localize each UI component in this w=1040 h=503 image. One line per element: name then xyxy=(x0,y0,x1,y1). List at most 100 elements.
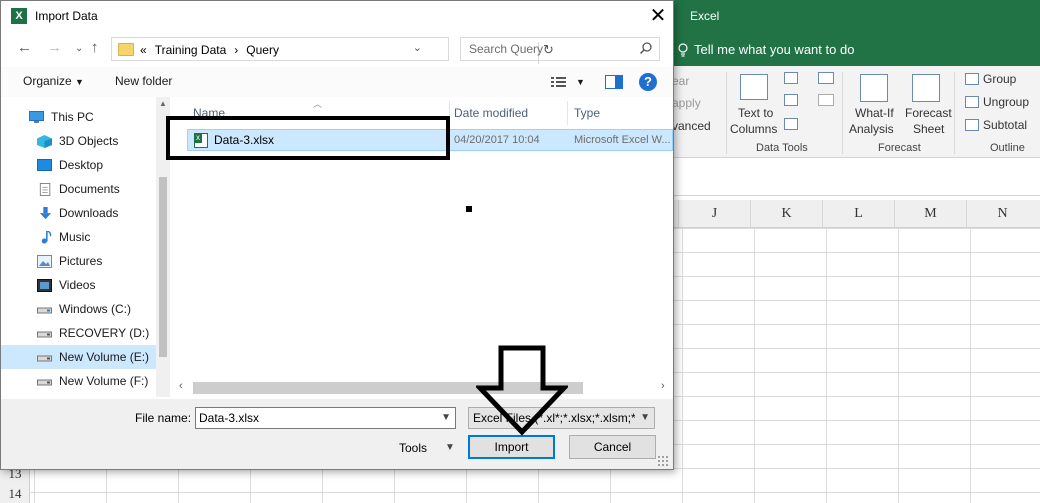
column-header-type[interactable]: Type xyxy=(574,101,600,125)
nav-item-label: Downloads xyxy=(59,206,119,220)
nav-item-label: New Volume (F:) xyxy=(59,374,149,388)
import-data-dialog: X Import Data ✕ ← → ⌄ ↑ « Training Data … xyxy=(0,0,674,470)
row-header-14[interactable]: 14 xyxy=(0,486,30,502)
text-to-columns-icon xyxy=(740,74,768,100)
subtotal-label: Subtotal xyxy=(983,118,1028,132)
excel-app-title: Excel xyxy=(690,9,720,23)
preview-pane-icon[interactable] xyxy=(605,75,623,89)
view-dropdown-icon[interactable]: ▼ xyxy=(576,77,585,87)
search-input[interactable] xyxy=(461,38,637,60)
nav-item-downloads[interactable]: Downloads xyxy=(1,201,156,225)
file-type: Microsoft Excel W... xyxy=(574,134,671,146)
scroll-up-arrow-icon[interactable]: ▲ xyxy=(159,99,167,108)
cube-icon xyxy=(37,134,52,148)
scroll-right-arrow-icon[interactable]: › xyxy=(661,380,665,392)
ribbon-partial-reapply[interactable]: apply xyxy=(672,96,701,111)
import-button[interactable]: Import xyxy=(468,435,555,459)
help-icon[interactable]: ? xyxy=(639,73,657,91)
address-row: ← → ⌄ ↑ « Training Data › Query ⌄ ↻ xyxy=(1,33,673,65)
picture-icon xyxy=(37,254,52,268)
column-separator[interactable] xyxy=(567,101,568,125)
nav-item-label: This PC xyxy=(51,110,94,124)
recent-locations-chevron-icon[interactable]: ⌄ xyxy=(75,43,83,54)
nav-item-music[interactable]: Music xyxy=(1,225,156,249)
file-name-dropdown-icon[interactable]: ▼ xyxy=(441,412,451,423)
pc-icon xyxy=(29,110,44,123)
relationships-icon[interactable] xyxy=(818,94,834,106)
desktop-icon xyxy=(37,158,52,171)
nav-item-3d-objects[interactable]: 3D Objects xyxy=(1,129,156,153)
ribbon-separator xyxy=(726,72,727,154)
nav-item-label: Windows (C:) xyxy=(59,302,132,316)
forecast-sheet-label-2: Sheet xyxy=(913,122,945,136)
forward-arrow-icon[interactable]: → xyxy=(47,39,62,56)
nav-item-label: Pictures xyxy=(59,254,103,268)
file-name-label: File name: xyxy=(135,411,192,425)
address-bar[interactable]: « Training Data › Query ⌄ ↻ xyxy=(111,37,554,64)
group-icon xyxy=(965,73,979,85)
ribbon-partial-clear[interactable]: ear xyxy=(672,74,689,89)
column-header-k[interactable]: K xyxy=(750,200,822,228)
nav-item-videos[interactable]: Videos xyxy=(1,273,156,297)
organize-dropdown-icon: ▼ xyxy=(75,77,84,87)
search-box[interactable] xyxy=(460,37,660,61)
breadcrumb-training-data[interactable]: Training Data xyxy=(155,43,227,57)
forecast-sheet-label-1: Forecast xyxy=(905,106,952,120)
column-header-j[interactable]: J xyxy=(678,200,750,228)
resize-grip-icon[interactable] xyxy=(657,455,669,467)
organize-button[interactable]: Organize ▼ xyxy=(23,74,84,88)
file-name-input[interactable] xyxy=(196,408,434,428)
nav-item-desktop[interactable]: Desktop xyxy=(1,153,156,177)
column-header-l[interactable]: L xyxy=(822,200,894,228)
dialog-titlebar[interactable]: X Import Data ✕ xyxy=(1,1,673,31)
breadcrumb-query[interactable]: Query xyxy=(246,43,279,57)
nav-item-new-volume-f[interactable]: New Volume (F:) xyxy=(1,369,156,393)
breadcrumb-separator-icon[interactable]: › xyxy=(234,43,238,57)
nav-pane-scrollbar-thumb[interactable] xyxy=(159,177,167,357)
annotation-dot xyxy=(466,206,472,212)
folder-icon xyxy=(118,43,134,56)
nav-item-recovery-d[interactable]: RECOVERY (D:) xyxy=(1,321,156,345)
up-arrow-icon[interactable]: ↑ xyxy=(91,39,99,56)
close-button[interactable]: ✕ xyxy=(645,4,671,28)
file-list-horizontal-scrollbar[interactable]: ‹ › xyxy=(173,379,671,397)
column-header-n[interactable]: N xyxy=(966,200,1038,228)
tell-me-box[interactable]: Tell me what you want to do xyxy=(676,42,854,57)
download-icon xyxy=(39,206,52,219)
search-icon[interactable] xyxy=(639,41,653,55)
view-options-icon[interactable] xyxy=(551,76,567,88)
annotation-highlight-box xyxy=(166,116,450,160)
address-dropdown-icon[interactable]: ⌄ xyxy=(413,41,422,54)
back-arrow-icon[interactable]: ← xyxy=(17,39,32,56)
column-header-m[interactable]: M xyxy=(894,200,966,228)
nav-item-documents[interactable]: Documents xyxy=(1,177,156,201)
ribbon-partial-advanced[interactable]: vanced xyxy=(672,119,711,134)
dialog-footer: File name: ▼ Excel Files (*.xl*;*.xlsx;*… xyxy=(1,399,673,469)
file-date-modified: 04/20/2017 10:04 xyxy=(454,134,540,146)
tell-me-label: Tell me what you want to do xyxy=(694,42,855,57)
flash-fill-icon[interactable] xyxy=(784,72,798,84)
drive-icon xyxy=(37,379,52,385)
data-validation-icon[interactable] xyxy=(784,118,798,130)
consolidate-icon[interactable] xyxy=(818,72,834,84)
annotation-down-arrow-icon xyxy=(476,345,568,436)
file-name-combobox[interactable]: ▼ xyxy=(195,407,456,429)
nav-item-new-volume-e[interactable]: New Volume (E:) xyxy=(1,345,156,369)
nav-item-pictures[interactable]: Pictures xyxy=(1,249,156,273)
dialog-toolbar: Organize ▼ New folder ▼ ? xyxy=(1,67,673,97)
drive-icon xyxy=(37,355,52,361)
cancel-button[interactable]: Cancel xyxy=(569,435,656,459)
breadcrumb-overflow[interactable]: « xyxy=(140,43,147,57)
remove-duplicates-icon[interactable] xyxy=(784,94,798,106)
navigation-pane: This PC 3D Objects Desktop Documents Dow… xyxy=(1,97,171,397)
scroll-left-arrow-icon[interactable]: ‹ xyxy=(179,380,183,392)
tools-dropdown-icon[interactable]: ▼ xyxy=(445,442,455,453)
new-folder-button[interactable]: New folder xyxy=(115,74,172,88)
nav-item-label: RECOVERY (D:) xyxy=(59,326,150,340)
group-label-forecast: Forecast xyxy=(878,142,921,154)
nav-item-label: Desktop xyxy=(59,158,104,172)
column-header-date-modified[interactable]: Date modified xyxy=(454,101,528,125)
tools-menu-button[interactable]: Tools xyxy=(399,441,427,455)
nav-item-windows-c[interactable]: Windows (C:) xyxy=(1,297,156,321)
nav-item-this-pc[interactable]: This PC xyxy=(1,105,156,129)
